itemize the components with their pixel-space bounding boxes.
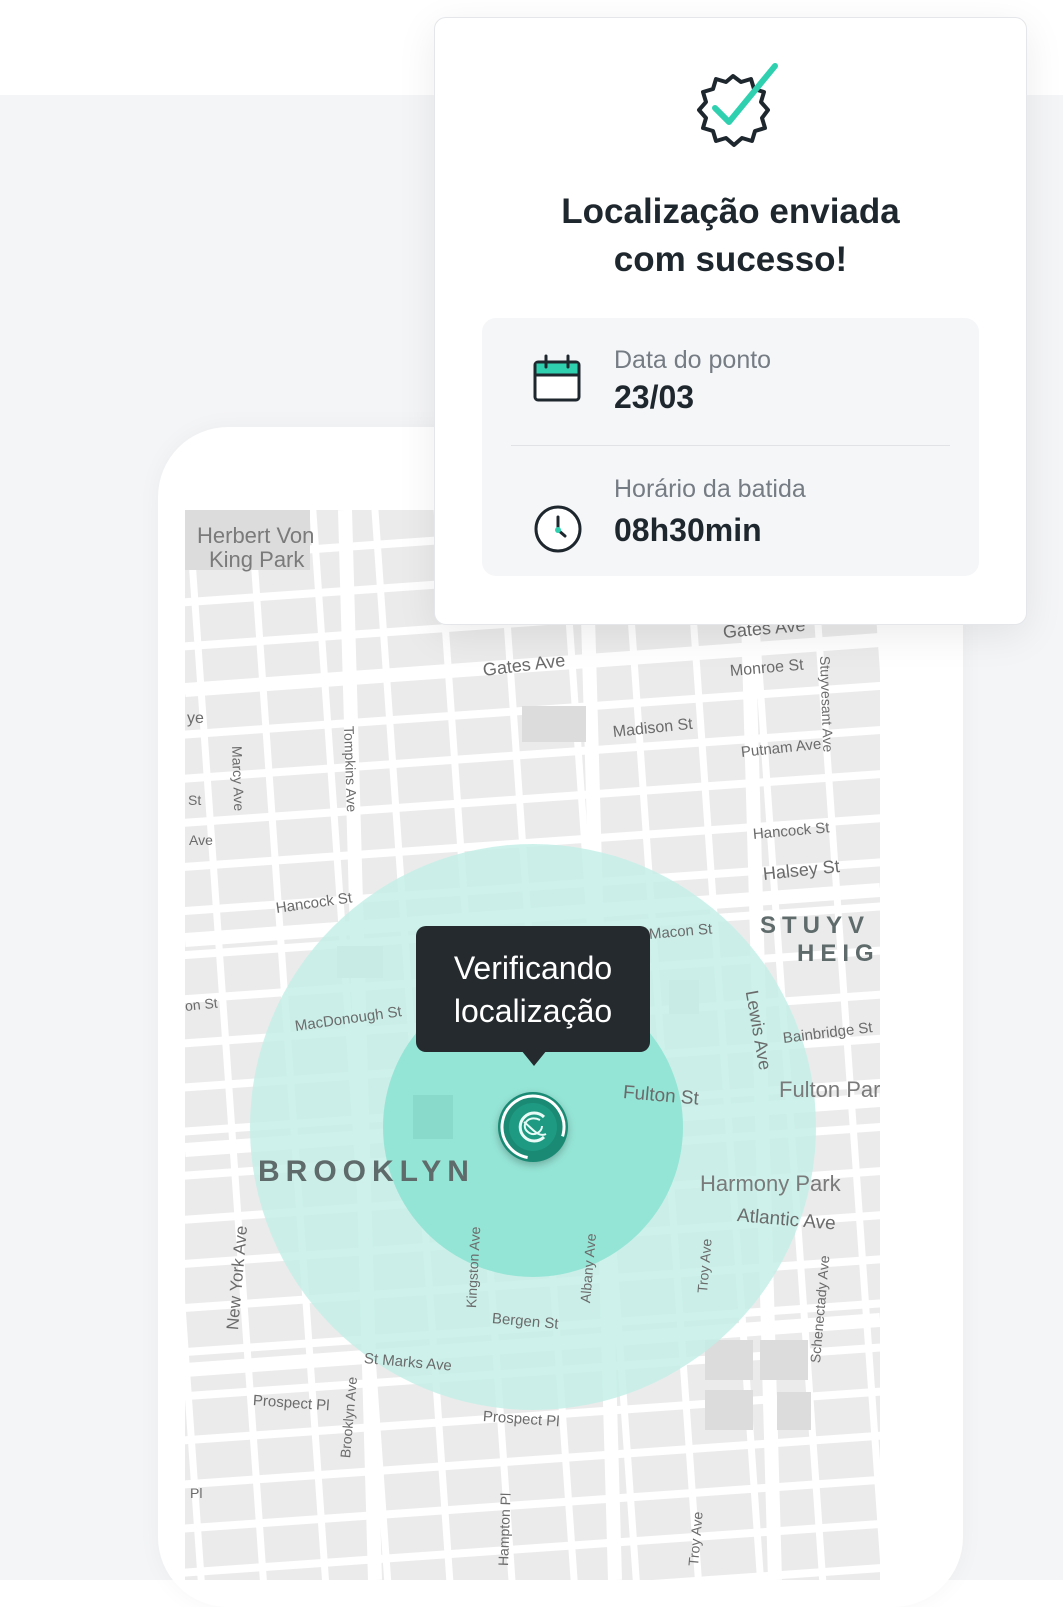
area-fulton-park: Fulton Par — [779, 1077, 880, 1102]
area-harmony-park: Harmony Park — [700, 1171, 841, 1196]
street-hampton-pl: Hampton Pl — [495, 1492, 514, 1567]
gear-check-icon — [697, 63, 778, 147]
time-row: Horário da batida 08h30min — [482, 447, 979, 575]
district-stuyvesant-line1: STUYV — [760, 912, 871, 939]
area-herbert-von: Herbert Von — [197, 523, 315, 548]
card-title-line2: com sucesso! — [613, 240, 848, 279]
tooltip-line2: localização — [453, 993, 613, 1029]
tooltip-arrow — [521, 1050, 547, 1066]
date-value: 23/03 — [614, 379, 695, 415]
card-title-line1: Localização enviada — [561, 192, 900, 231]
verifying-location-tooltip: Verificando localização — [416, 926, 650, 1052]
info-box: Data do ponto 23/03 Horário da batida 08… — [482, 318, 979, 576]
street-marcy-ave: Marcy Ave — [229, 745, 248, 812]
area-king-park: King Park — [209, 547, 305, 572]
street-frag-ave: Ave — [189, 832, 213, 848]
street-frag-ye: ye — [187, 710, 204, 727]
date-row: Data do ponto 23/03 — [482, 318, 979, 446]
time-label: Horário da batida — [614, 475, 806, 503]
location-pin[interactable] — [498, 1092, 568, 1162]
district-stuyvesant-line2: HEIG — [797, 940, 880, 967]
street-pl: Pl — [190, 1485, 203, 1501]
info-divider — [511, 445, 950, 446]
calendar-icon — [533, 354, 581, 402]
clock-icon — [534, 505, 582, 553]
time-value: 08h30min — [614, 512, 762, 548]
street-frag-st: St — [188, 792, 202, 808]
date-label: Data do ponto — [614, 346, 772, 374]
card-title: Localização enviada com sucesso! — [435, 188, 1026, 284]
tooltip-line1: Verificando — [453, 950, 613, 986]
district-brooklyn: BROOKLYN — [258, 1155, 475, 1188]
street-tompkins-ave: Tompkins Ave — [341, 725, 361, 813]
logo-icon — [500, 1094, 566, 1160]
confirmation-card: Localização enviada com sucesso! Data do… — [434, 17, 1027, 625]
street-frag-on-st: on St — [185, 994, 219, 1014]
